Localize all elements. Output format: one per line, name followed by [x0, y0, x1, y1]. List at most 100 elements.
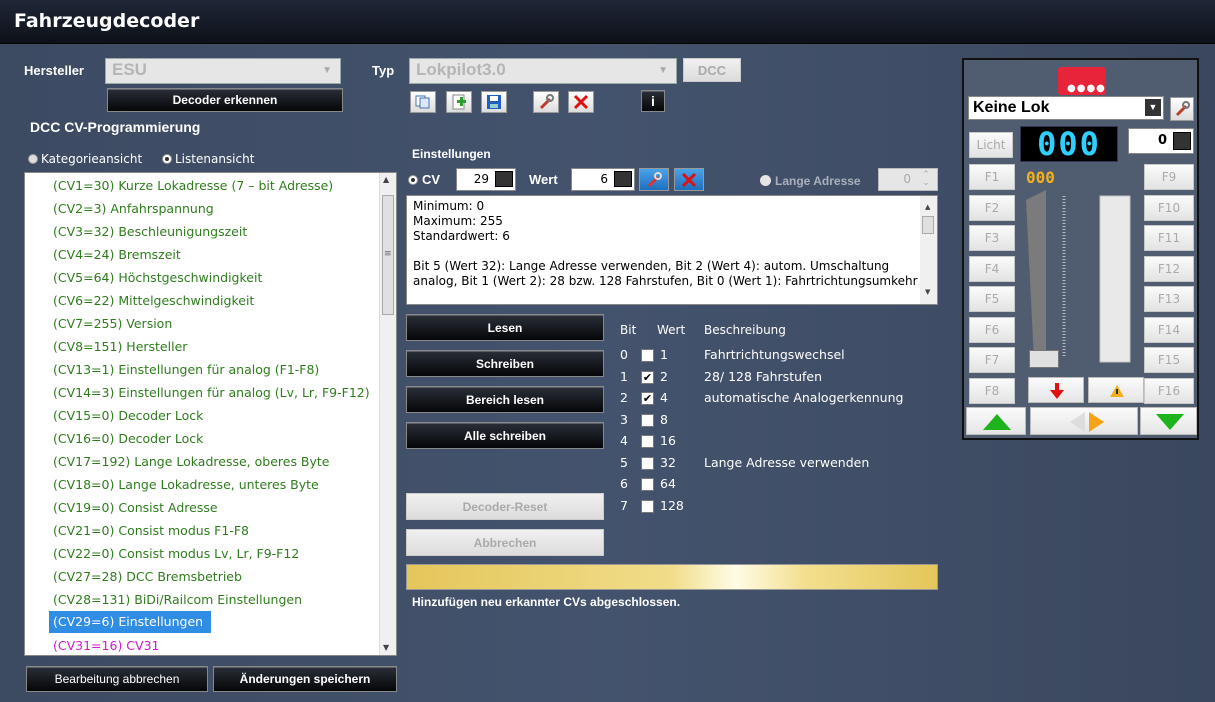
list-item[interactable]: (CV21=0) Consist modus F1-F8 [25, 519, 396, 542]
read-range-button[interactable]: Bereich lesen [406, 386, 604, 413]
scroll-up-icon[interactable]: ▲ [925, 200, 930, 215]
clear-icon[interactable] [674, 168, 704, 191]
light-button[interactable]: Licht [969, 132, 1013, 158]
wrench-icon[interactable] [1170, 97, 1194, 121]
list-item-label: (CV19=0) Consist Adresse [53, 500, 218, 515]
list-item[interactable]: (CV29=6) Einstellungen [25, 611, 396, 634]
dcc-button[interactable]: DCC [683, 58, 741, 82]
spinner-icon[interactable]: ⌃ ⌄ [917, 171, 935, 188]
direction-button[interactable] [1030, 407, 1138, 435]
function-button-f1[interactable]: F1 [969, 164, 1015, 190]
list-item[interactable]: (CV27=28) DCC Bremsbetrieb [25, 565, 396, 588]
cv-number-input[interactable]: 29 [456, 168, 516, 191]
list-item[interactable]: (CV18=0) Lange Lokadresse, unteres Byte [25, 473, 396, 496]
function-button-f2[interactable]: F2 [969, 194, 1015, 221]
function-button-f9[interactable]: F9 [1144, 164, 1194, 190]
function-button-f14[interactable]: F14 [1144, 316, 1194, 343]
emergency-stop-button[interactable] [1088, 377, 1144, 403]
list-item[interactable]: (CV19=0) Consist Adresse [25, 496, 396, 519]
list-item[interactable]: (CV4=24) Bremszeit [25, 243, 396, 266]
function-button-f8[interactable]: F8 [969, 377, 1015, 404]
function-button-f6[interactable]: F6 [969, 316, 1015, 343]
function-button-f16[interactable]: F16 [1144, 377, 1194, 404]
bit-checkbox[interactable] [641, 499, 654, 513]
spinner-icon[interactable] [614, 171, 632, 187]
loco-select[interactable]: Keine Lok ▼ [968, 96, 1164, 120]
list-item[interactable]: (CV14=3) Einstellungen für analog (Lv, L… [25, 381, 396, 404]
scroll-down-icon[interactable]: ▼ [383, 643, 389, 652]
list-item[interactable]: (CV22=0) Consist modus Lv, Lr, F9-F12 [25, 542, 396, 565]
wrench-icon[interactable] [533, 91, 559, 113]
speed-slider[interactable] [1026, 190, 1136, 370]
abort-button[interactable]: Abbrechen [406, 529, 604, 556]
wrench-icon[interactable] [639, 168, 669, 191]
bit-checkbox[interactable] [641, 413, 654, 427]
scroll-up-icon[interactable]: ▲ [383, 175, 389, 184]
reverse-button[interactable] [1140, 407, 1197, 435]
function-button-f5[interactable]: F5 [969, 286, 1015, 312]
list-item[interactable]: (CV13=1) Einstellungen für analog (F1-F8… [25, 358, 396, 381]
function-button-f3[interactable]: F3 [969, 225, 1015, 251]
list-item[interactable]: (CV2=3) Anfahrspannung [25, 197, 396, 220]
chevron-down-icon: ▼ [1145, 99, 1161, 116]
spinner-icon[interactable] [495, 171, 513, 187]
list-item[interactable]: (CV5=64) Höchstgeschwindigkeit [25, 266, 396, 289]
function-button-f4[interactable]: F4 [969, 255, 1015, 282]
write-button[interactable]: Schreiben [406, 350, 604, 377]
radio-long-address[interactable]: Lange Adresse [760, 174, 861, 188]
function-button-f15[interactable]: F15 [1144, 347, 1194, 373]
copy-icon[interactable] [410, 91, 436, 113]
cv-list-scrollbar[interactable]: ▲ ≡ ▼ [379, 173, 396, 655]
progress-bar [406, 564, 938, 590]
read-button[interactable]: Lesen [406, 314, 604, 341]
function-button-f10[interactable]: F10 [1144, 194, 1194, 221]
function-button-f12[interactable]: F12 [1144, 255, 1194, 282]
function-button-f7[interactable]: F7 [969, 347, 1015, 373]
bit-checkbox[interactable] [641, 456, 654, 470]
wert-input[interactable]: 6 [571, 168, 635, 191]
scrollbar-thumb[interactable] [922, 216, 934, 234]
function-button-f11[interactable]: F11 [1144, 225, 1194, 251]
list-item[interactable]: (CV16=0) Decoder Lock [25, 427, 396, 450]
stop-button[interactable] [1028, 377, 1084, 403]
long-address-input[interactable]: 0 ⌃ ⌄ [878, 168, 938, 191]
function-button-f13[interactable]: F13 [1144, 286, 1194, 312]
add-file-icon[interactable] [446, 91, 472, 113]
info-scrollbar[interactable]: ▲ ▼ [920, 196, 937, 304]
bit-checkbox[interactable] [641, 349, 654, 362]
forward-button[interactable] [966, 407, 1026, 435]
scroll-down-icon[interactable]: ▼ [925, 285, 930, 300]
list-item[interactable]: (CV6=22) Mittelgeschwindigkeit [25, 289, 396, 312]
bit-checkbox[interactable] [641, 478, 654, 491]
hersteller-select[interactable]: ESU ▼ [105, 58, 341, 84]
decoder-detect-button[interactable]: Decoder erkennen [107, 88, 343, 112]
save-icon[interactable] [481, 91, 507, 113]
save-changes-button[interactable]: Änderungen speichern [213, 666, 397, 692]
list-item[interactable]: (CV8=151) Hersteller [25, 335, 396, 358]
bit-number: 2 [620, 390, 628, 405]
typ-select[interactable]: Lokpilot3.0 ▼ [409, 58, 677, 84]
radio-cv[interactable]: CV [408, 172, 440, 187]
cv-list[interactable]: (CV1=30) Kurze Lokadresse (7 – bit Adres… [24, 172, 397, 656]
radio-kategorieansicht[interactable]: Kategorieansicht [28, 152, 142, 166]
list-item[interactable]: (CV1=30) Kurze Lokadresse (7 – bit Adres… [25, 174, 396, 197]
list-item[interactable]: (CV3=32) Beschleunigungszeit [25, 220, 396, 243]
list-item[interactable]: (CV31=16) CV31 [25, 634, 396, 655]
spinner-icon[interactable] [1173, 132, 1191, 150]
list-item[interactable]: (CV28=131) BiDi/Railcom Einstellungen [25, 588, 396, 611]
speed-steps-input[interactable]: 0 [1128, 128, 1194, 154]
decoder-reset-button[interactable]: Decoder-Reset [406, 493, 604, 520]
radio-listenansicht[interactable]: Listenansicht [162, 152, 254, 166]
delete-icon[interactable] [568, 91, 594, 113]
bit-checkbox[interactable]: ✔ [641, 392, 654, 405]
bit-checkbox[interactable] [641, 435, 654, 448]
info-button[interactable]: i [641, 90, 665, 112]
list-item[interactable]: (CV15=0) Decoder Lock [25, 404, 396, 427]
bit-checkbox[interactable]: ✔ [641, 370, 654, 384]
cancel-edit-button[interactable]: Bearbeitung abbrechen [26, 666, 208, 692]
speed-slider-thumb[interactable] [1029, 350, 1059, 368]
list-item[interactable]: (CV17=192) Lange Lokadresse, oberes Byte [25, 450, 396, 473]
list-item[interactable]: (CV7=255) Version [25, 312, 396, 335]
write-all-button[interactable]: Alle schreiben [406, 422, 604, 449]
cv-info-text: Minimum: 0 Maximum: 255 Standardwert: 6 … [406, 195, 938, 305]
